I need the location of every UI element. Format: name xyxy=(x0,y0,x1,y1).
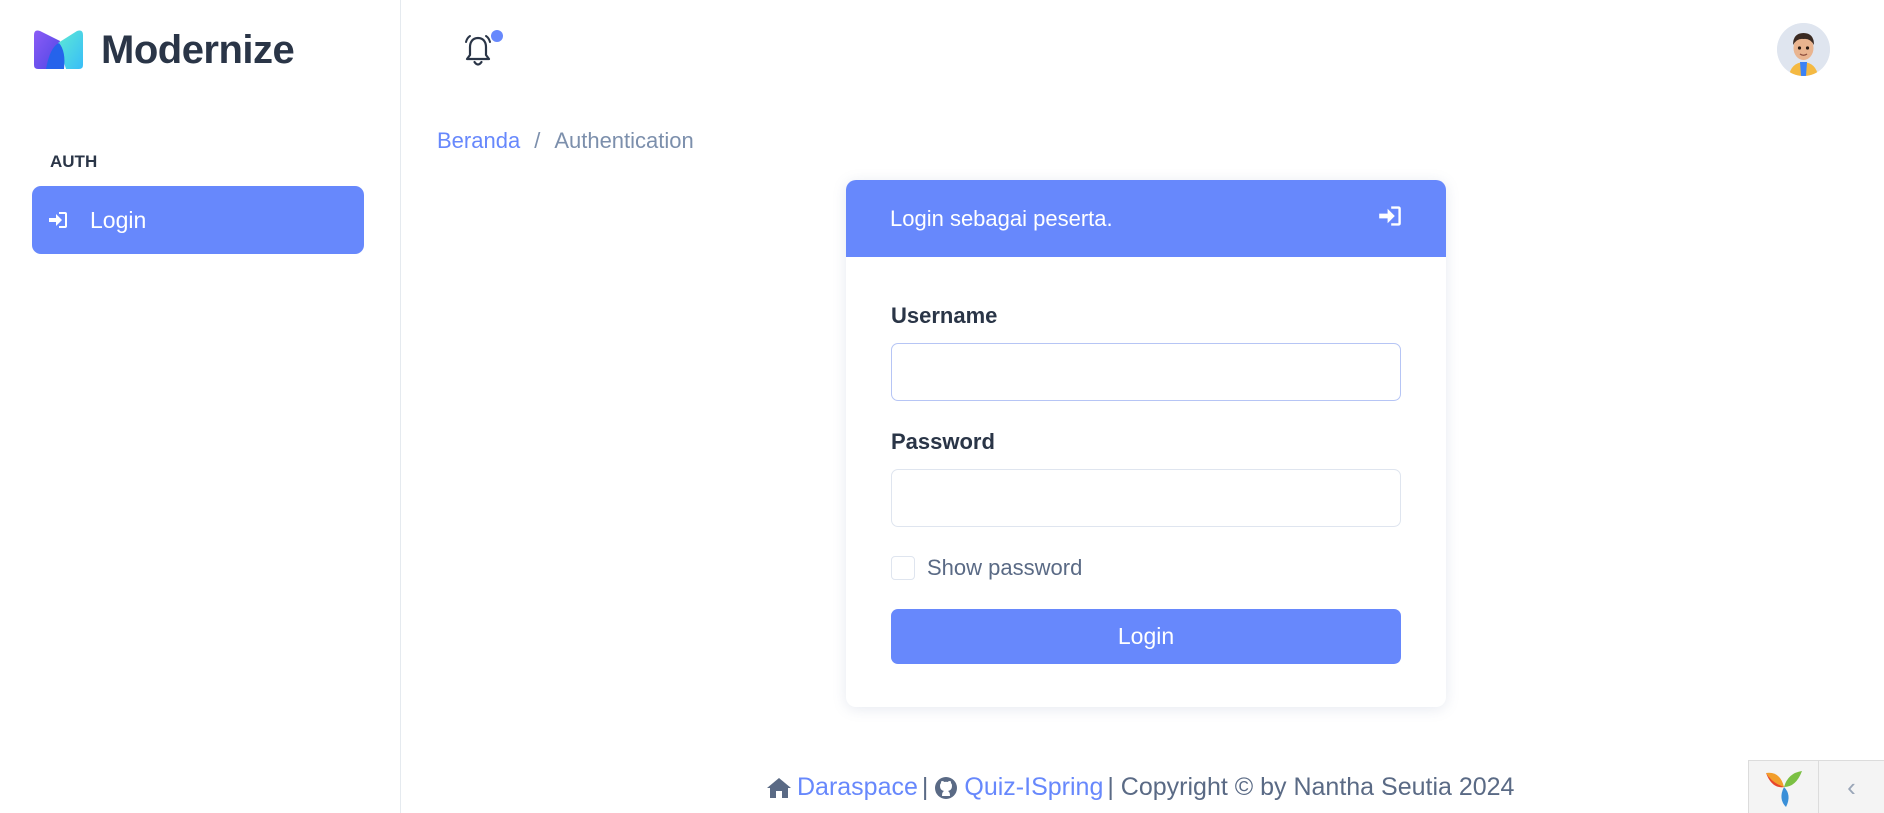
brand-name: Modernize xyxy=(101,27,295,72)
show-password-label[interactable]: Show password xyxy=(927,555,1082,581)
bell-icon xyxy=(465,35,491,66)
notification-button[interactable] xyxy=(462,32,494,70)
show-password-checkbox[interactable] xyxy=(891,556,915,580)
footer-copyright: | Copyright © by Nantha Seutia 2024 xyxy=(1107,773,1515,801)
yii-logo-icon xyxy=(1765,770,1802,807)
brand[interactable]: Modernize xyxy=(32,27,295,72)
sidebar: Modernize AUTH Login xyxy=(0,0,401,813)
avatar-icon xyxy=(1777,23,1830,76)
login-card-title: Login sebagai peserta. xyxy=(890,205,1113,231)
sidebar-item-login[interactable]: Login xyxy=(32,186,364,254)
password-field[interactable] xyxy=(891,469,1401,527)
footer: Daraspace | Quiz-ISpring | Copyright © b… xyxy=(765,773,1514,802)
home-icon xyxy=(765,775,793,801)
password-label: Password xyxy=(891,429,995,454)
nav-caption: AUTH xyxy=(50,152,98,171)
login-button[interactable]: Login xyxy=(891,609,1401,664)
sign-in-icon xyxy=(46,208,70,232)
footer-link-daraspace[interactable]: Daraspace xyxy=(797,773,918,802)
sidebar-item-label: Login xyxy=(90,206,147,233)
debug-toolbar-logo-button[interactable] xyxy=(1749,761,1819,813)
user-avatar[interactable] xyxy=(1777,23,1830,76)
breadcrumb-separator: / xyxy=(534,128,541,153)
login-card-header: Login sebagai peserta. xyxy=(846,180,1446,257)
debug-toolbar: ‹ xyxy=(1748,760,1884,813)
github-icon xyxy=(932,775,960,801)
notification-badge xyxy=(491,30,503,42)
brand-logo-icon xyxy=(34,30,83,69)
username-label: Username xyxy=(891,303,998,328)
debug-toolbar-toggle[interactable]: ‹ xyxy=(1819,761,1884,813)
breadcrumb-home-link[interactable]: Beranda xyxy=(437,128,520,154)
breadcrumb: Beranda / Authentication xyxy=(437,128,694,154)
username-field[interactable] xyxy=(891,343,1401,401)
login-card: Login sebagai peserta. Username Password… xyxy=(846,180,1446,707)
show-password-row: Show password xyxy=(891,555,1401,581)
footer-link-quiz-ispring[interactable]: Quiz-ISpring xyxy=(964,773,1103,802)
login-form: Username Password Show password Login xyxy=(846,257,1446,664)
breadcrumb-current: Authentication xyxy=(554,128,694,153)
chevron-left-icon: ‹ xyxy=(1847,771,1856,802)
sign-in-icon xyxy=(1378,204,1402,233)
footer-separator: | xyxy=(921,773,929,801)
